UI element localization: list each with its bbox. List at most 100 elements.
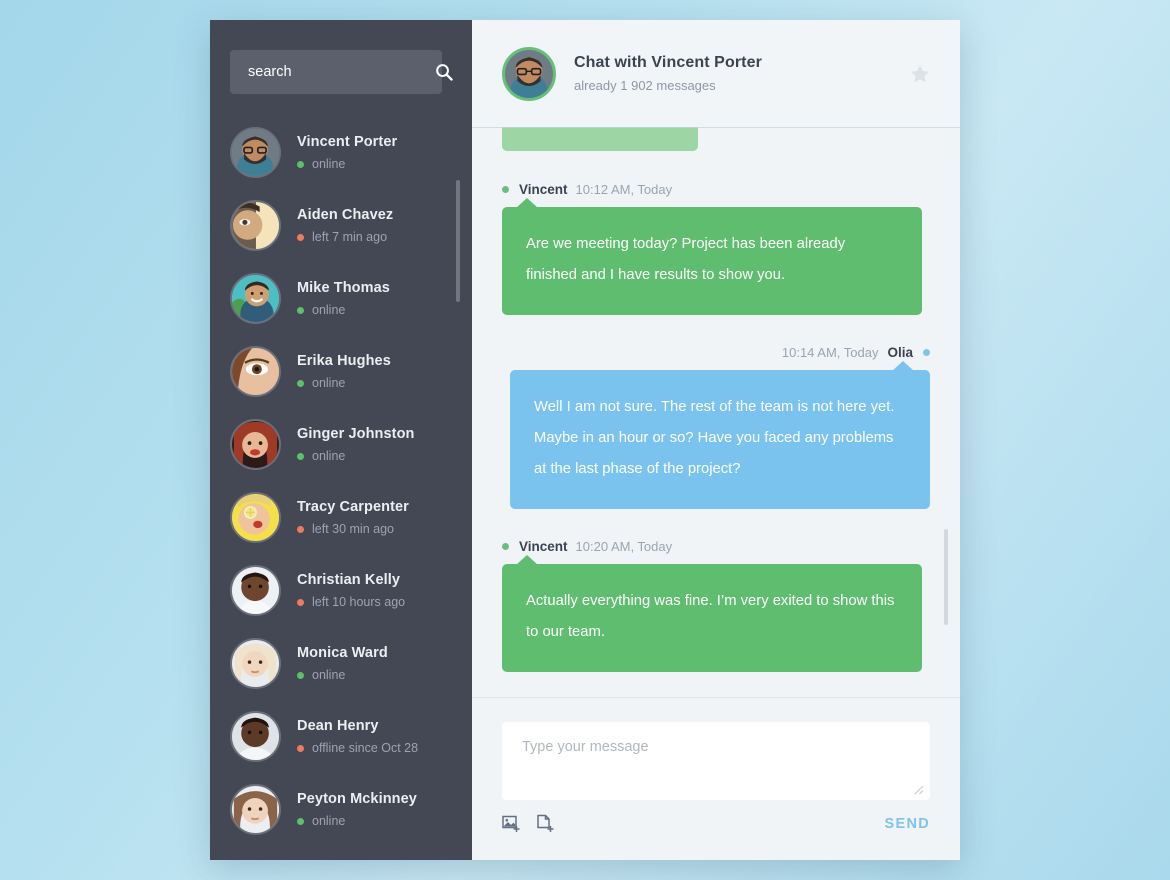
message-meta: 10:14 AM, Today Olia (502, 345, 930, 360)
contact-text: Aiden Chavez left 7 min ago (297, 207, 393, 244)
status-dot-icon (502, 543, 509, 550)
status-dot-icon (297, 452, 304, 460)
message-author: Vincent (519, 539, 568, 554)
message-bubble: Actually everything was fine. I’m very e… (502, 555, 922, 672)
search-box[interactable] (230, 50, 453, 94)
contact-status: left 7 min ago (297, 230, 393, 244)
status-dot-icon (297, 598, 304, 606)
status-dot-icon (297, 306, 304, 314)
contact-status: left 10 hours ago (297, 595, 405, 609)
contact-name: Vincent Porter (297, 134, 398, 150)
message-time: 10:14 AM, Today (781, 345, 879, 360)
contact-status: left 30 min ago (297, 522, 409, 536)
status-dot-icon (297, 671, 304, 679)
message-input-field[interactable] (502, 722, 930, 800)
contact-status: offline since Oct 28 (297, 741, 418, 755)
contact-item-ginger-johnston[interactable]: Ginger Johnston online (230, 408, 472, 481)
avatar (230, 346, 281, 397)
star-icon[interactable] (908, 62, 932, 86)
chat-header: Chat with Vincent Porter already 1 902 m… (472, 20, 960, 127)
status-dot-icon (297, 744, 304, 752)
contact-status: online (297, 157, 397, 171)
message-author: Vincent (519, 182, 568, 197)
page-title: Chat with Vincent Porter (574, 54, 762, 71)
send-button[interactable]: SEND (885, 816, 931, 832)
contact-status-label: offline since Oct 28 (312, 741, 419, 755)
contact-text: Tracy Carpenter left 30 min ago (297, 499, 409, 536)
message-input[interactable] (522, 739, 910, 783)
message-author: Olia (887, 345, 913, 360)
message-meta: Vincent 10:12 AM, Today (502, 182, 930, 197)
chat-scrollbar[interactable] (944, 307, 948, 697)
avatar (230, 565, 281, 616)
contact-item-tracy-carpenter[interactable]: Tracy Carpenter left 30 min ago (230, 481, 472, 554)
avatar (230, 638, 281, 689)
contact-status: online (297, 449, 415, 463)
status-dot-icon (297, 525, 304, 533)
message-block: Vincent 10:20 AM, Today Actually everyth… (502, 539, 930, 672)
contact-item-dean-henry[interactable]: Dean Henry offline since Oct 28 (230, 700, 472, 773)
avatar (230, 492, 281, 543)
contact-status: online (297, 303, 390, 317)
contact-text: Mike Thomas online (297, 280, 390, 317)
contact-item-christian-kelly[interactable]: Christian Kelly left 10 hours ago (230, 554, 472, 627)
message-meta: Vincent 10:20 AM, Today (502, 539, 930, 554)
avatar (230, 711, 281, 762)
header-text: Chat with Vincent Porter already 1 902 m… (574, 54, 908, 93)
contact-name: Monica Ward (297, 645, 388, 661)
contact-text: Erika Hughes online (297, 353, 391, 390)
avatar (230, 200, 281, 251)
contact-text: Christian Kelly left 10 hours ago (297, 572, 405, 609)
search-input[interactable] (248, 64, 435, 80)
avatar (230, 273, 281, 324)
contact-status-label: left 7 min ago (312, 230, 388, 244)
status-dot-icon (923, 349, 930, 356)
contact-list: Vincent Porter online Aiden Chavez left … (210, 116, 472, 846)
search-area (210, 20, 472, 94)
contact-item-vincent-porter[interactable]: Vincent Porter online (230, 116, 472, 189)
search-icon[interactable] (435, 63, 453, 81)
resize-grip-icon[interactable] (912, 783, 924, 795)
message-time: 10:20 AM, Today (575, 539, 673, 554)
chat-scrollbar-thumb[interactable] (944, 529, 948, 625)
status-dot-icon (297, 233, 304, 241)
contact-name: Dean Henry (297, 718, 379, 734)
sidebar-scrollbar[interactable] (456, 180, 460, 820)
message-block: 10:14 AM, Today Olia Well I am not sure.… (502, 345, 930, 509)
sidebar-scrollbar-thumb[interactable] (456, 180, 460, 302)
contact-text: Ginger Johnston online (297, 426, 415, 463)
chat-application-window: Vincent Porter online (210, 20, 960, 860)
contact-status-label: online (312, 303, 346, 317)
contact-name: Mike Thomas (297, 280, 390, 296)
contact-name: Christian Kelly (297, 572, 401, 588)
contact-status-label: online (312, 376, 346, 390)
message-time: 10:12 AM, Today (575, 182, 673, 197)
status-dot-icon (502, 186, 509, 193)
add-file-icon[interactable] (536, 814, 556, 834)
contact-item-peyton-mckinney[interactable]: Peyton Mckinney online (230, 773, 472, 846)
contact-item-erika-hughes[interactable]: Erika Hughes online (230, 335, 472, 408)
message-list: Vincent 10:12 AM, Today Are we meeting t… (472, 127, 960, 697)
contact-name: Tracy Carpenter (297, 499, 409, 515)
message-composer: SEND (472, 697, 960, 860)
contact-status-label: online (312, 157, 346, 171)
chat-panel: Chat with Vincent Porter already 1 902 m… (472, 20, 960, 860)
message-bubble-partial (502, 127, 698, 151)
message-count-label: already 1 902 messages (574, 78, 716, 93)
add-image-icon[interactable] (502, 814, 522, 834)
contact-status-label: online (312, 449, 346, 463)
contact-text: Monica Ward online (297, 645, 388, 682)
contact-name: Ginger Johnston (297, 426, 415, 442)
contact-status-label: online (312, 668, 346, 682)
contact-name: Erika Hughes (297, 353, 391, 369)
contact-item-mike-thomas[interactable]: Mike Thomas online (230, 262, 472, 335)
contact-status-label: online (312, 814, 346, 828)
contact-text: Vincent Porter online (297, 134, 397, 171)
status-dot-icon (297, 379, 304, 387)
message-block: Vincent 10:12 AM, Today Are we meeting t… (502, 182, 930, 315)
contact-text: Dean Henry offline since Oct 28 (297, 718, 418, 755)
contact-item-aiden-chavez[interactable]: Aiden Chavez left 7 min ago (230, 189, 472, 262)
contact-item-monica-ward[interactable]: Monica Ward online (230, 627, 472, 700)
status-dot-icon (297, 160, 304, 168)
avatar (502, 46, 556, 101)
